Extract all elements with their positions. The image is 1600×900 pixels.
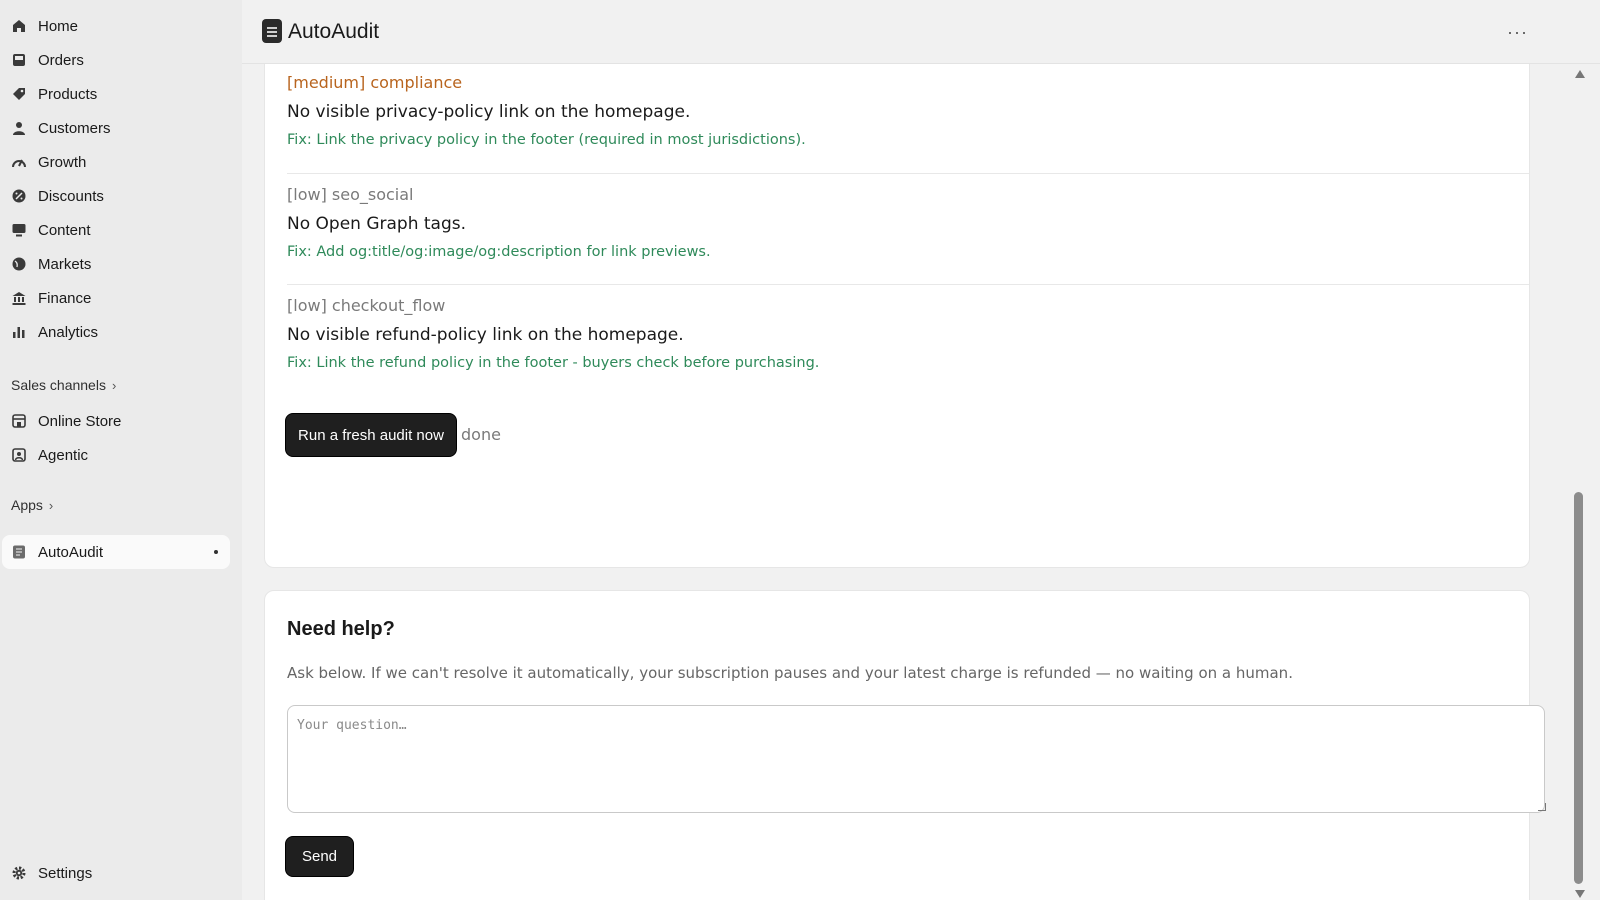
- sidebar-item-label: Agentic: [38, 446, 89, 464]
- question-input[interactable]: [287, 705, 1545, 813]
- divider: [287, 284, 1529, 285]
- app-header: AutoAudit ···: [242, 0, 1600, 64]
- issue-tag: [low] checkout_flow: [287, 296, 446, 315]
- sidebar-item-label: Online Store: [38, 412, 122, 430]
- sidebar: Home Orders Products Customers Growth Di…: [0, 0, 242, 900]
- scroll-down-icon[interactable]: [1575, 890, 1585, 898]
- sidebar-item-orders[interactable]: Orders: [0, 43, 230, 77]
- help-title: Need help?: [287, 618, 395, 640]
- sidebar-item-online-store[interactable]: Online Store: [0, 404, 230, 438]
- sidebar-item-finance[interactable]: Finance: [0, 281, 230, 315]
- apps-section[interactable]: Apps ›: [11, 497, 53, 513]
- section-label: Sales channels: [11, 377, 106, 393]
- sidebar-item-label: Products: [38, 85, 98, 103]
- issue-item: [low] checkout_flow No visible refund-po…: [287, 296, 1529, 371]
- issue-message: No Open Graph tags.: [287, 214, 467, 234]
- sidebar-item-home[interactable]: Home: [0, 9, 230, 43]
- sidebar-item-label: Markets: [38, 255, 92, 273]
- issue-item: [low] seo_social No Open Graph tags. Fix…: [287, 185, 1529, 260]
- issue-message: No visible privacy-policy link on the ho…: [287, 102, 691, 122]
- sidebar-item-products[interactable]: Products: [0, 77, 230, 111]
- issue-fix: Fix: Link the refund policy in the foote…: [287, 355, 820, 371]
- sidebar-item-label: Analytics: [38, 323, 99, 341]
- issue-fix: Fix: Add og:title/og:image/og:descriptio…: [287, 244, 711, 260]
- inbox-icon: [11, 52, 27, 68]
- globe-icon: [11, 256, 27, 272]
- sidebar-item-growth[interactable]: Growth: [0, 145, 230, 179]
- sidebar-item-label: Orders: [38, 51, 84, 69]
- sidebar-item-label: Customers: [38, 119, 111, 137]
- sidebar-item-content[interactable]: Content: [0, 213, 230, 247]
- sidebar-item-analytics[interactable]: Analytics: [0, 315, 230, 349]
- sidebar-item-label: Finance: [38, 289, 92, 307]
- sidebar-item-label: Discounts: [38, 187, 104, 205]
- sidebar-item-settings[interactable]: Settings: [0, 856, 230, 890]
- issue-tag: [low] seo_social: [287, 185, 414, 204]
- store-icon: [11, 413, 27, 429]
- sales-channels-section[interactable]: Sales channels ›: [11, 377, 116, 393]
- bar-chart-icon: [11, 324, 27, 340]
- divider: [287, 173, 1529, 174]
- app-logo-icon: [262, 19, 282, 43]
- page-title: AutoAudit: [288, 20, 380, 43]
- sidebar-item-label: Home: [38, 17, 79, 35]
- agent-icon: [11, 447, 27, 463]
- issue-message: No visible refund-policy link on the hom…: [287, 325, 684, 345]
- gear-icon: [11, 865, 27, 881]
- scroll-up-icon[interactable]: [1575, 70, 1585, 78]
- active-dot-icon: [214, 550, 218, 554]
- audit-results-card: [medium] compliance No visible privacy-p…: [264, 64, 1530, 568]
- help-description: Ask below. If we can't resolve it automa…: [287, 664, 1293, 682]
- send-button[interactable]: Send: [285, 836, 354, 877]
- chevron-right-icon: ›: [48, 497, 54, 513]
- chevron-right-icon: ›: [111, 377, 117, 393]
- app-icon: [11, 544, 27, 560]
- sidebar-item-label: Settings: [38, 864, 93, 882]
- issue-tag: [medium] compliance: [287, 73, 463, 92]
- sidebar-item-label: Content: [38, 221, 91, 239]
- sidebar-item-autoaudit[interactable]: AutoAudit: [2, 535, 230, 569]
- sidebar-item-customers[interactable]: Customers: [0, 111, 230, 145]
- bank-icon: [11, 290, 27, 306]
- section-label: Apps: [11, 497, 43, 513]
- sidebar-item-markets[interactable]: Markets: [0, 247, 230, 281]
- sidebar-item-discounts[interactable]: Discounts: [0, 179, 230, 213]
- run-audit-button[interactable]: Run a fresh audit now: [285, 413, 457, 457]
- help-card: Need help? Ask below. If we can't resolv…: [264, 590, 1546, 900]
- issue-item: [medium] compliance No visible privacy-p…: [287, 73, 1529, 148]
- scroll-thumb[interactable]: [1574, 492, 1583, 884]
- tag-icon: [11, 86, 27, 102]
- issue-fix: Fix: Link the privacy policy in the foot…: [287, 132, 806, 148]
- resize-handle-icon[interactable]: [1538, 803, 1546, 811]
- monitor-icon: [11, 222, 27, 238]
- main-content: [medium] compliance No visible privacy-p…: [242, 64, 1572, 900]
- scrollbar[interactable]: [1572, 64, 1588, 900]
- discount-icon: [11, 188, 27, 204]
- gauge-icon: [11, 154, 27, 170]
- audit-status: done: [461, 425, 501, 444]
- sidebar-item-label: Growth: [38, 153, 87, 171]
- sidebar-item-label: AutoAudit: [38, 543, 104, 561]
- home-icon: [11, 18, 27, 34]
- more-options-icon[interactable]: ···: [1507, 22, 1528, 43]
- sidebar-item-agentic[interactable]: Agentic: [0, 438, 230, 472]
- person-icon: [11, 120, 27, 136]
